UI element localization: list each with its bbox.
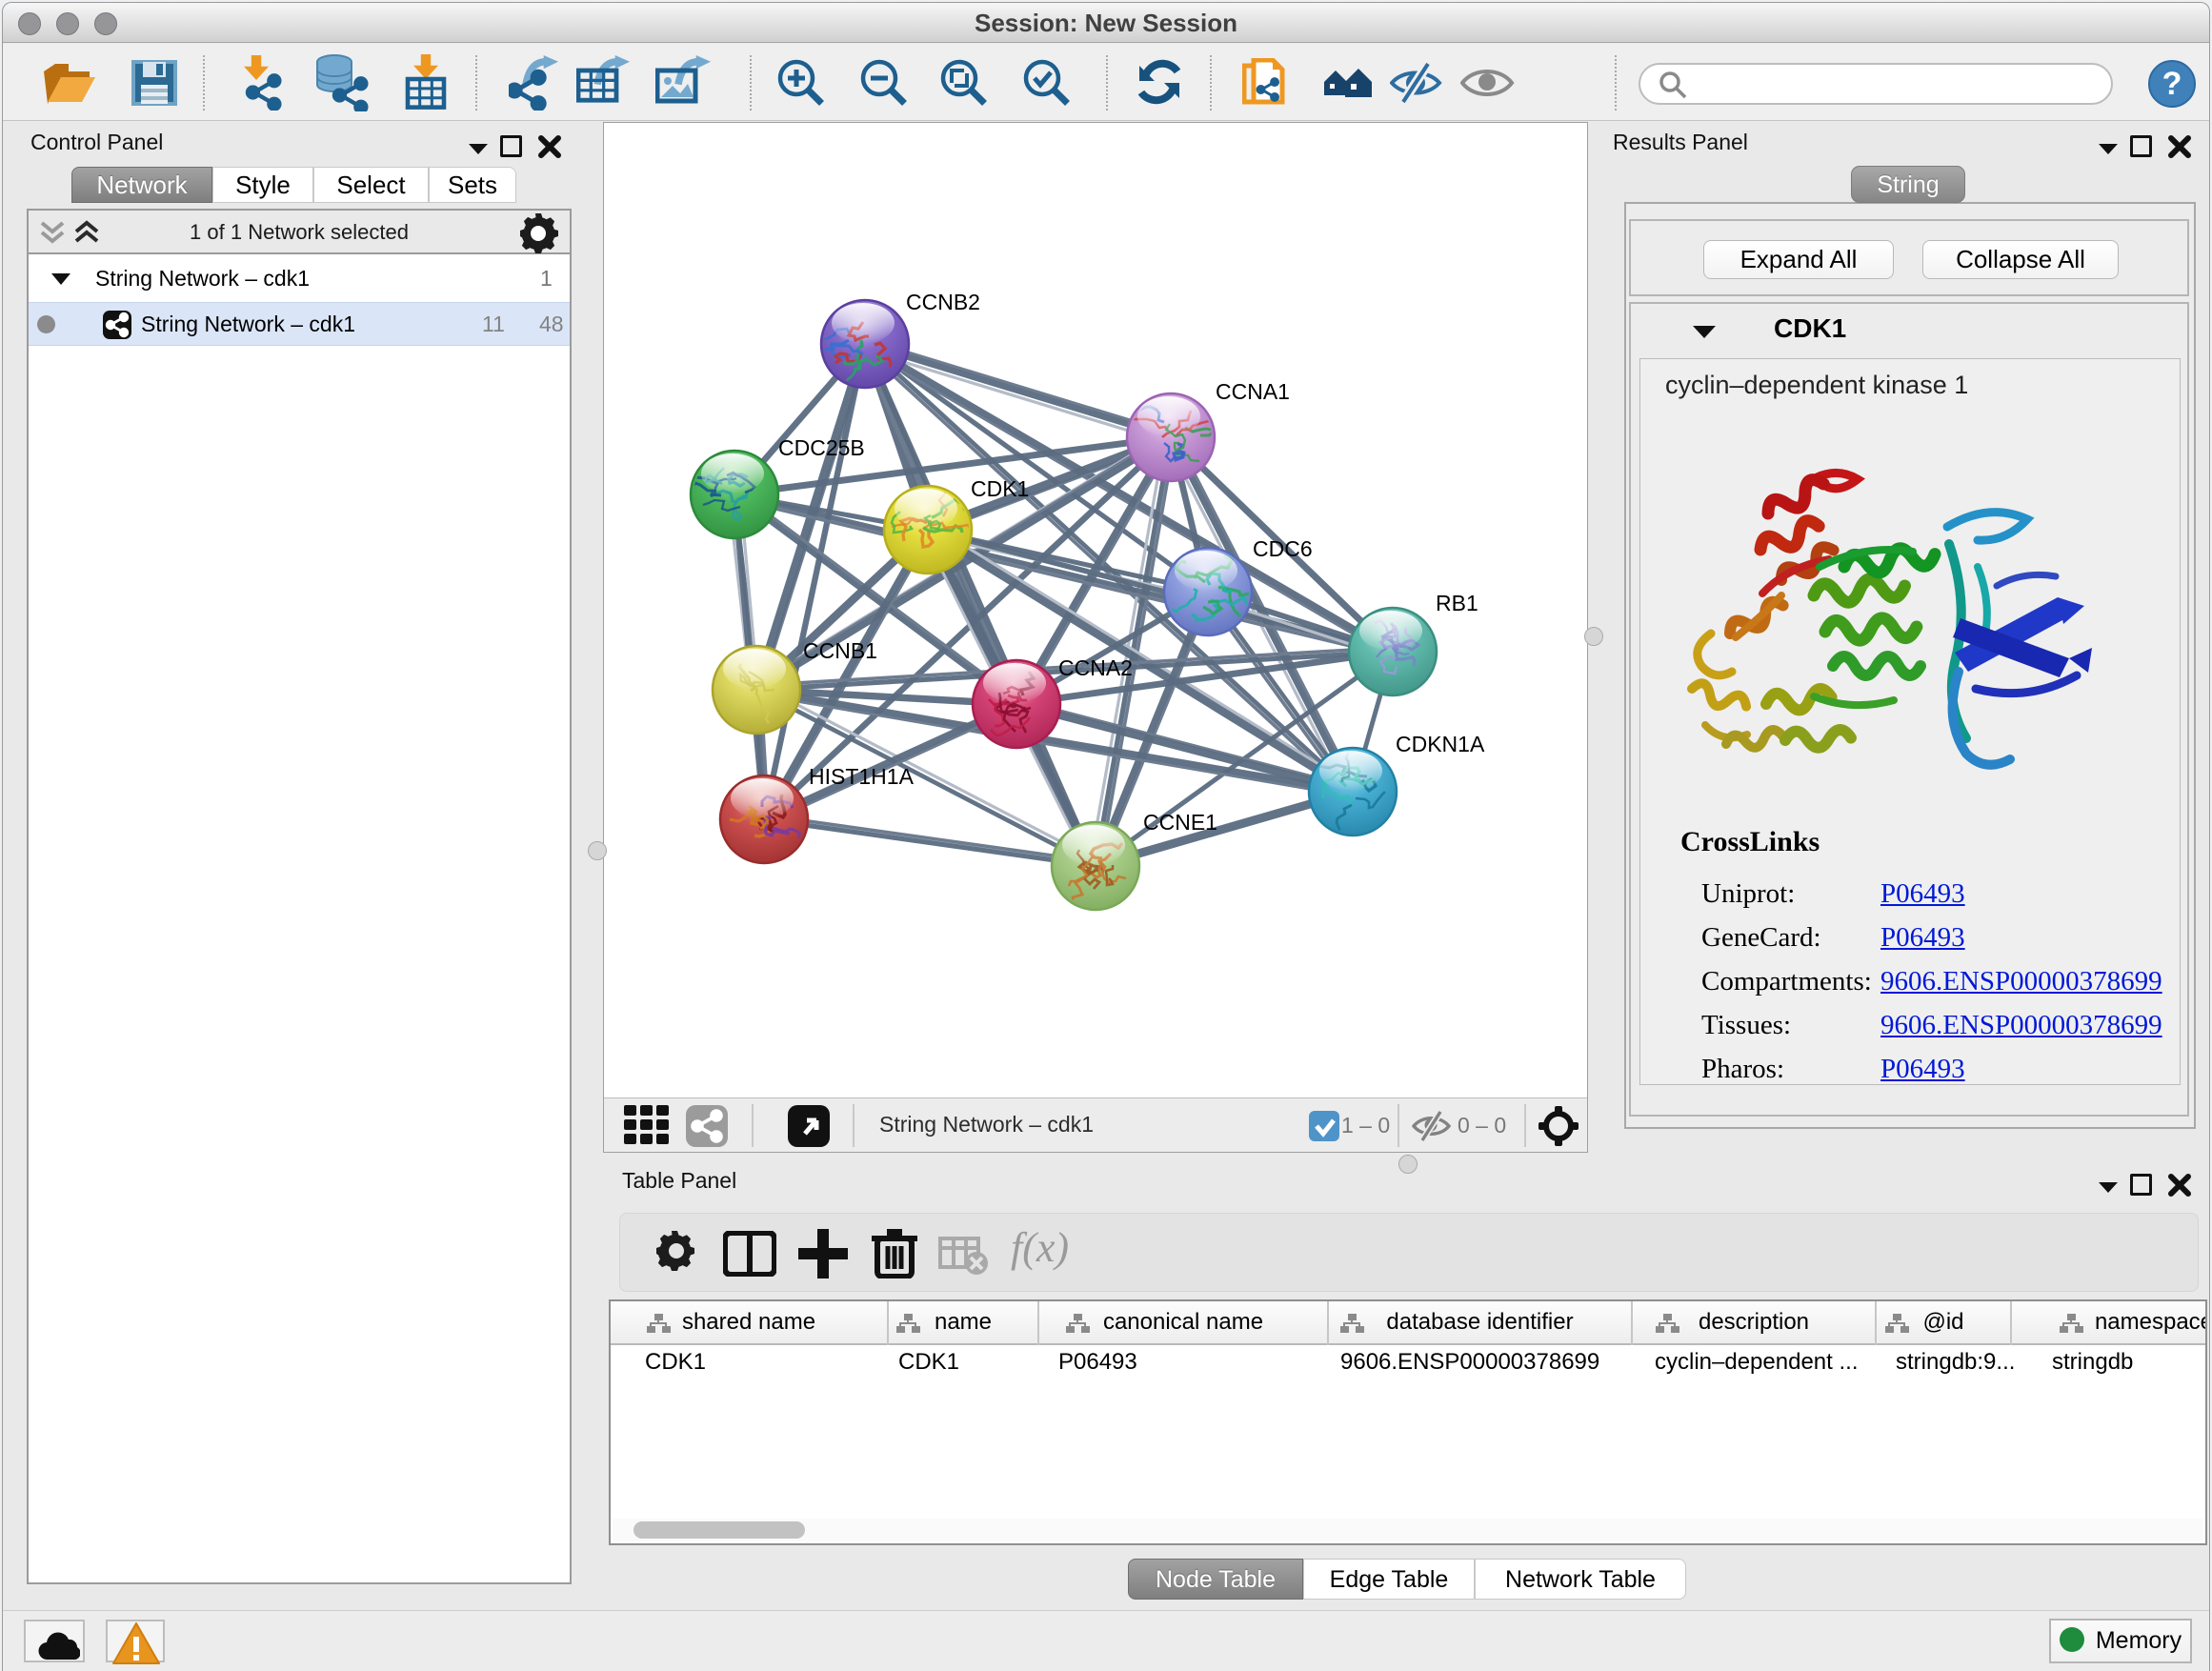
svg-text:CCNB1: CCNB1 [803, 638, 877, 663]
svg-text:CCNA2: CCNA2 [1058, 655, 1133, 680]
svg-text:CDC6: CDC6 [1253, 536, 1313, 561]
svg-text:CCNA1: CCNA1 [1216, 379, 1290, 404]
svg-text:CDKN1A: CDKN1A [1396, 732, 1485, 756]
svg-text:RB1: RB1 [1436, 591, 1478, 615]
svg-text:?: ? [2162, 66, 2182, 102]
svg-text:CDK1: CDK1 [971, 476, 1029, 501]
svg-text:CCNB2: CCNB2 [906, 290, 980, 314]
svg-text:CDC25B: CDC25B [778, 435, 865, 460]
svg-text:CCNE1: CCNE1 [1143, 810, 1217, 835]
svg-text:HIST1H1A: HIST1H1A [809, 764, 915, 789]
